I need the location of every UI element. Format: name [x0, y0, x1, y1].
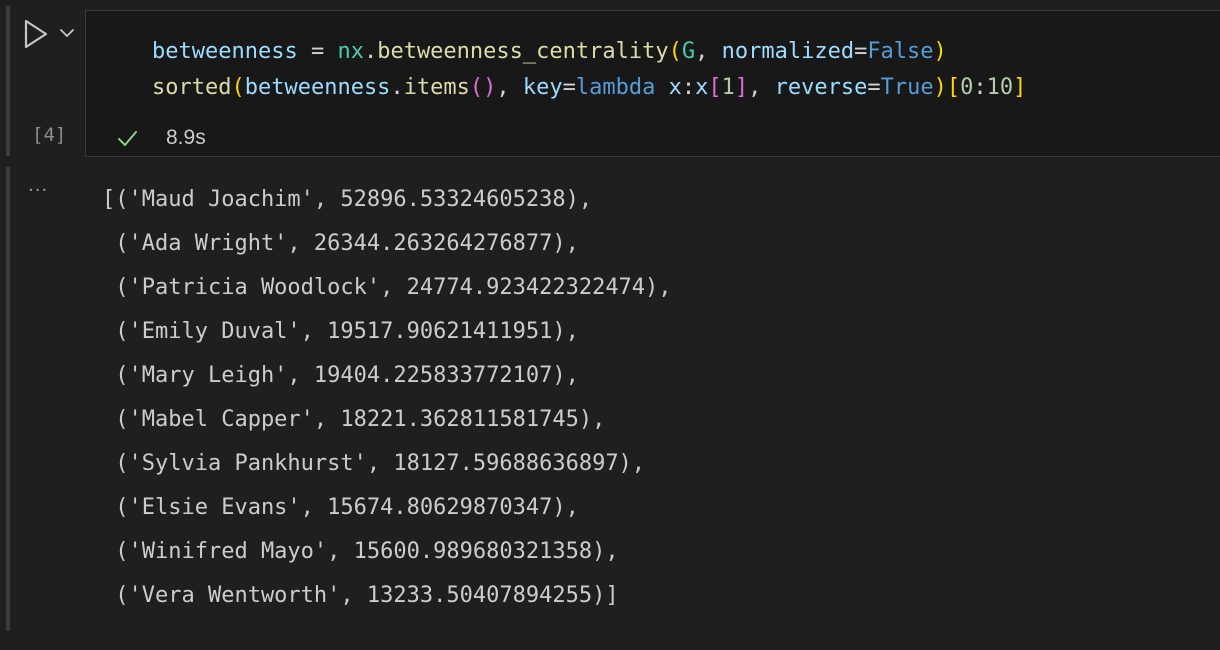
output-actions-button[interactable]: ··· — [28, 180, 48, 201]
code-token: ) — [933, 75, 947, 100]
code-token: : — [973, 75, 987, 100]
code-token: , — [695, 39, 722, 64]
code-token: betweenness — [152, 39, 298, 64]
output-line: [('Maud Joachim', 52896.53324605238), — [102, 187, 593, 212]
run-cell-button[interactable] — [22, 18, 50, 50]
output-line: ('Emily Duval', 19517.90621411951), — [102, 319, 579, 344]
code-token: , — [496, 75, 523, 100]
code-token: 1 — [721, 75, 735, 100]
code-token: sorted — [152, 75, 232, 100]
code-token: reverse — [774, 75, 868, 100]
code-token: 0 — [960, 75, 974, 100]
code-token: = — [854, 39, 868, 64]
code-token: G — [681, 39, 696, 64]
run-options-button[interactable] — [58, 22, 76, 44]
code-token: () — [469, 75, 497, 100]
chevron-down-icon — [60, 29, 74, 37]
code-token: x — [695, 75, 709, 100]
cell-focus-bar — [6, 6, 10, 156]
code-token: nx — [337, 39, 364, 64]
output-line: ('Sylvia Pankhurst', 18127.59688636897), — [102, 451, 646, 476]
output-line: ('Patricia Woodlock', 24774.923422322474… — [102, 275, 672, 300]
code-token: normalized — [721, 39, 855, 64]
code-token: ( — [668, 39, 682, 64]
code-token: . — [390, 75, 404, 100]
code-token: items — [403, 75, 470, 100]
execution-count: [4] — [32, 124, 67, 146]
code-token: = — [297, 39, 338, 64]
code-token: betweenness_centrality — [377, 39, 669, 64]
code-token: False — [867, 39, 934, 64]
execution-duration: 8.9s — [166, 126, 206, 149]
output-line: ('Ada Wright', 26344.263264276877), — [102, 231, 579, 256]
code-token: ] — [1013, 75, 1027, 100]
play-icon — [24, 19, 48, 49]
output-line: ('Mary Leigh', 19404.225833772107), — [102, 363, 579, 388]
output-line: ('Winifred Mayo', 15600.989680321358), — [102, 539, 619, 564]
code-token: , — [748, 75, 775, 100]
code-token: key — [522, 75, 563, 100]
cell-output: [('Maud Joachim', 52896.53324605238), ('… — [102, 178, 672, 618]
execution-status: 8.9s — [116, 124, 206, 152]
output-line: ('Vera Wentworth', 13233.50407894255)] — [102, 583, 619, 608]
code-token: . — [363, 39, 378, 64]
code-token: 10 — [986, 75, 1014, 100]
code-token: = — [562, 75, 576, 100]
output-focus-bar — [6, 167, 10, 631]
code-token: x — [655, 75, 682, 100]
code-token: [ — [946, 75, 961, 100]
code-token: [ — [708, 75, 722, 100]
output-line: ('Elsie Evans', 15674.80629870347), — [102, 495, 579, 520]
output-line: ('Mabel Capper', 18221.362811581745), — [102, 407, 606, 432]
code-token: ] — [734, 75, 749, 100]
code-token: = — [867, 75, 881, 100]
code-token: True — [880, 75, 934, 100]
code-token: betweenness — [244, 75, 391, 100]
check-icon — [118, 131, 137, 146]
code-line-1: betweenness = nx.betweenness_centrality(… — [152, 39, 947, 65]
code-token: ) — [933, 39, 947, 64]
code-token: : — [681, 75, 696, 100]
code-line-2: sorted(betweenness.items(), key=lambda x… — [152, 75, 1026, 101]
code-token: lambda — [575, 75, 656, 100]
code-editor[interactable]: betweenness = nx.betweenness_centrality(… — [85, 10, 1220, 157]
code-token: ( — [231, 75, 245, 100]
